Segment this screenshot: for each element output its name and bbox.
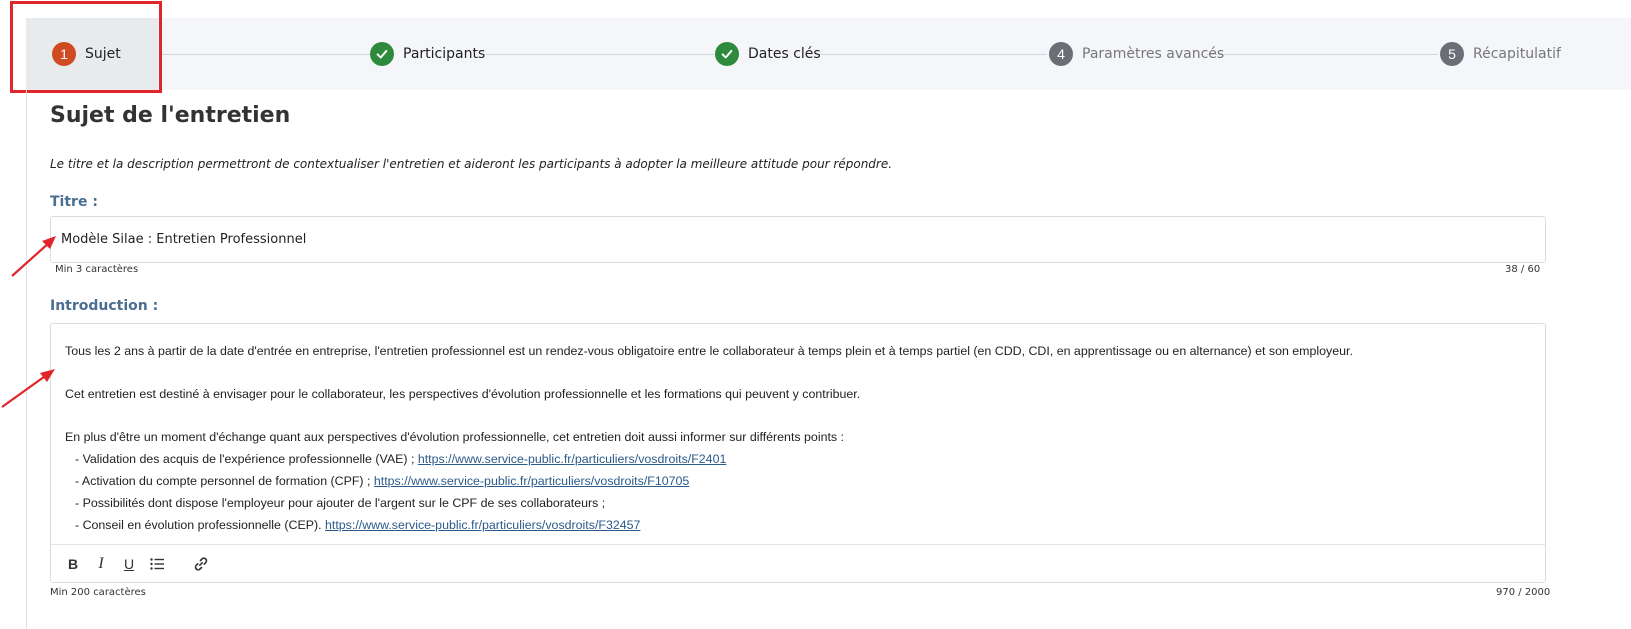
bold-button[interactable]: B [63, 553, 83, 575]
intro-bullet: - Conseil en évolution professionnelle (… [65, 514, 1531, 536]
bullet-list-icon[interactable] [147, 553, 167, 575]
checkmark-icon [370, 42, 394, 66]
link-icon[interactable] [191, 553, 211, 575]
bullet-text: - Possibilités dont dispose l'employeur … [75, 496, 606, 510]
bullet-text: - Activation du compte personnel de form… [75, 474, 374, 488]
step-recapitulatif[interactable]: 5 Récapitulatif [1440, 18, 1561, 90]
step-label: Dates clés [748, 46, 821, 62]
title-char-counter: 38 / 60 [1505, 264, 1541, 275]
bullet-text: - Validation des acquis de l'expérience … [75, 452, 418, 466]
checkmark-icon [715, 42, 739, 66]
intro-min-hint: Min 200 caractères [50, 587, 146, 598]
link-vae[interactable]: https://www.service-public.fr/particulie… [418, 452, 727, 466]
intro-bullet: - Possibilités dont dispose l'employeur … [65, 492, 1531, 514]
intro-paragraph: En plus d'être un moment d'échange quant… [65, 430, 844, 444]
title-field-label: Titre : [50, 194, 98, 210]
step-number-badge: 5 [1440, 42, 1464, 66]
step-label: Participants [403, 46, 486, 62]
page-title: Sujet de l'entretien [50, 103, 291, 128]
link-cpf[interactable]: https://www.service-public.fr/particulie… [374, 474, 689, 488]
step-dates-cles[interactable]: Dates clés [715, 18, 821, 90]
stepper-connector [162, 54, 370, 55]
step-participants[interactable]: Participants [370, 18, 485, 90]
step-label: Récapitulatif [1473, 46, 1561, 62]
step-parametres-avances[interactable]: 4 Paramètres avancés [1049, 18, 1224, 90]
step-number-badge: 4 [1049, 42, 1073, 66]
step-label: Sujet [85, 46, 121, 62]
stepper-connector [486, 54, 714, 55]
title-input[interactable] [50, 216, 1546, 263]
step-number-badge: 1 [52, 42, 76, 66]
stepper-connector [815, 54, 1047, 55]
intro-rich-text-editor[interactable]: Tous les 2 ans à partir de la date d'ent… [50, 323, 1546, 583]
italic-button[interactable]: I [91, 553, 111, 575]
intro-char-counter: 970 / 2000 [1496, 587, 1551, 598]
underline-button[interactable]: U [119, 553, 139, 575]
intro-paragraph: Cet entretien est destiné à envisager po… [65, 387, 861, 401]
content-left-rule [26, 90, 27, 629]
intro-paragraph: Tous les 2 ans à partir de la date d'ent… [65, 344, 1353, 358]
bullet-text: - Conseil en évolution professionnelle (… [75, 518, 326, 532]
step-label: Paramètres avancés [1082, 46, 1225, 62]
title-min-hint: Min 3 caractères [55, 264, 139, 275]
stepper-connector [1206, 54, 1438, 55]
link-cep[interactable]: https://www.service-public.fr/particulie… [325, 518, 640, 532]
editor-toolbar: B I U [51, 544, 1545, 583]
intro-field-label: Introduction : [50, 298, 159, 314]
intro-editor-content[interactable]: Tous les 2 ans à partir de la date d'ent… [51, 324, 1545, 544]
intro-bullet: - Validation des acquis de l'expérience … [65, 448, 1531, 470]
step-sujet[interactable]: 1 Sujet [26, 18, 158, 90]
helper-text: Le titre et la description permettront d… [50, 157, 893, 171]
intro-bullet: - Activation du compte personnel de form… [65, 470, 1531, 492]
